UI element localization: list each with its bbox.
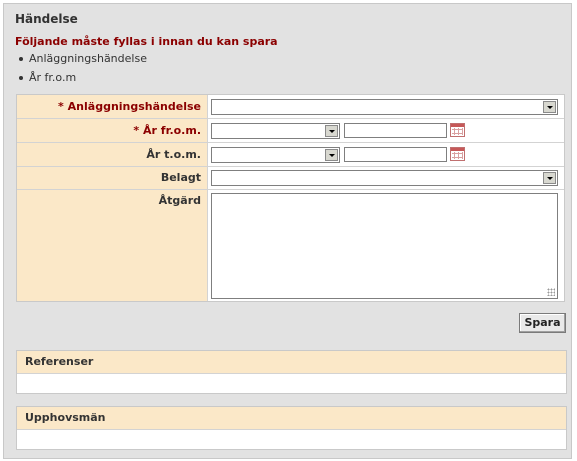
anlaggningshandelse-label-text: Anläggningshändelse xyxy=(67,100,201,113)
save-button[interactable]: Spara xyxy=(519,313,566,333)
validation-title: Följande måste fyllas i innan du kan spa… xyxy=(15,35,278,48)
event-form: * Anläggningshändelse * År fr.o.m. År t.… xyxy=(16,94,565,302)
atgard-textarea[interactable] xyxy=(211,193,558,299)
chevron-down-icon[interactable] xyxy=(325,149,338,161)
belagt-label-text: Belagt xyxy=(160,171,201,184)
ar-from-select[interactable] xyxy=(211,123,340,139)
validation-item: Anläggningshändelse xyxy=(15,52,147,71)
anlaggningshandelse-select[interactable] xyxy=(211,99,558,115)
validation-item: År fr.o.m xyxy=(15,71,147,90)
ar-tom-label: År t.o.m. xyxy=(17,143,208,166)
form-row-ar-from: * År fr.o.m. xyxy=(17,119,564,143)
calendar-icon[interactable] xyxy=(450,123,465,137)
required-marker: * xyxy=(133,124,140,137)
calendar-icon[interactable] xyxy=(450,147,465,161)
atgard-label-text: Åtgärd xyxy=(158,194,201,207)
ar-from-cell xyxy=(208,119,564,142)
atgard-cell xyxy=(208,190,564,301)
resize-grip-icon[interactable] xyxy=(547,288,555,296)
references-header: Referenser xyxy=(17,351,566,374)
validation-list: Anläggningshändelse År fr.o.m xyxy=(15,52,147,90)
chevron-down-icon[interactable] xyxy=(543,172,556,184)
chevron-down-icon[interactable] xyxy=(325,125,338,137)
ar-from-date-input[interactable] xyxy=(344,123,447,138)
anlaggningshandelse-label: * Anläggningshändelse xyxy=(17,95,208,118)
ar-tom-label-text: År t.o.m. xyxy=(146,148,201,161)
panel-title: Händelse xyxy=(15,12,78,26)
anlaggningshandelse-cell xyxy=(208,95,564,118)
event-panel: Händelse Följande måste fyllas i innan d… xyxy=(3,3,572,459)
ar-tom-select[interactable] xyxy=(211,147,340,163)
form-row-atgard: Åtgärd xyxy=(17,190,564,301)
references-section: Referenser xyxy=(16,350,567,394)
required-marker: * xyxy=(58,100,64,113)
chevron-down-icon[interactable] xyxy=(543,101,556,113)
form-row-ar-tom: År t.o.m. xyxy=(17,143,564,167)
belagt-label: Belagt xyxy=(17,167,208,189)
belagt-select[interactable] xyxy=(211,170,558,186)
form-row-belagt: Belagt xyxy=(17,167,564,190)
originators-header: Upphovsmän xyxy=(17,407,566,430)
ar-from-label-text: År fr.o.m. xyxy=(143,124,201,137)
originators-section: Upphovsmän xyxy=(16,406,567,450)
ar-from-label: * År fr.o.m. xyxy=(17,119,208,142)
ar-tom-cell xyxy=(208,143,564,166)
atgard-label: Åtgärd xyxy=(17,190,208,301)
belagt-cell xyxy=(208,167,564,189)
form-row-anlaggningshandelse: * Anläggningshändelse xyxy=(17,95,564,119)
ar-tom-date-input[interactable] xyxy=(344,147,447,162)
